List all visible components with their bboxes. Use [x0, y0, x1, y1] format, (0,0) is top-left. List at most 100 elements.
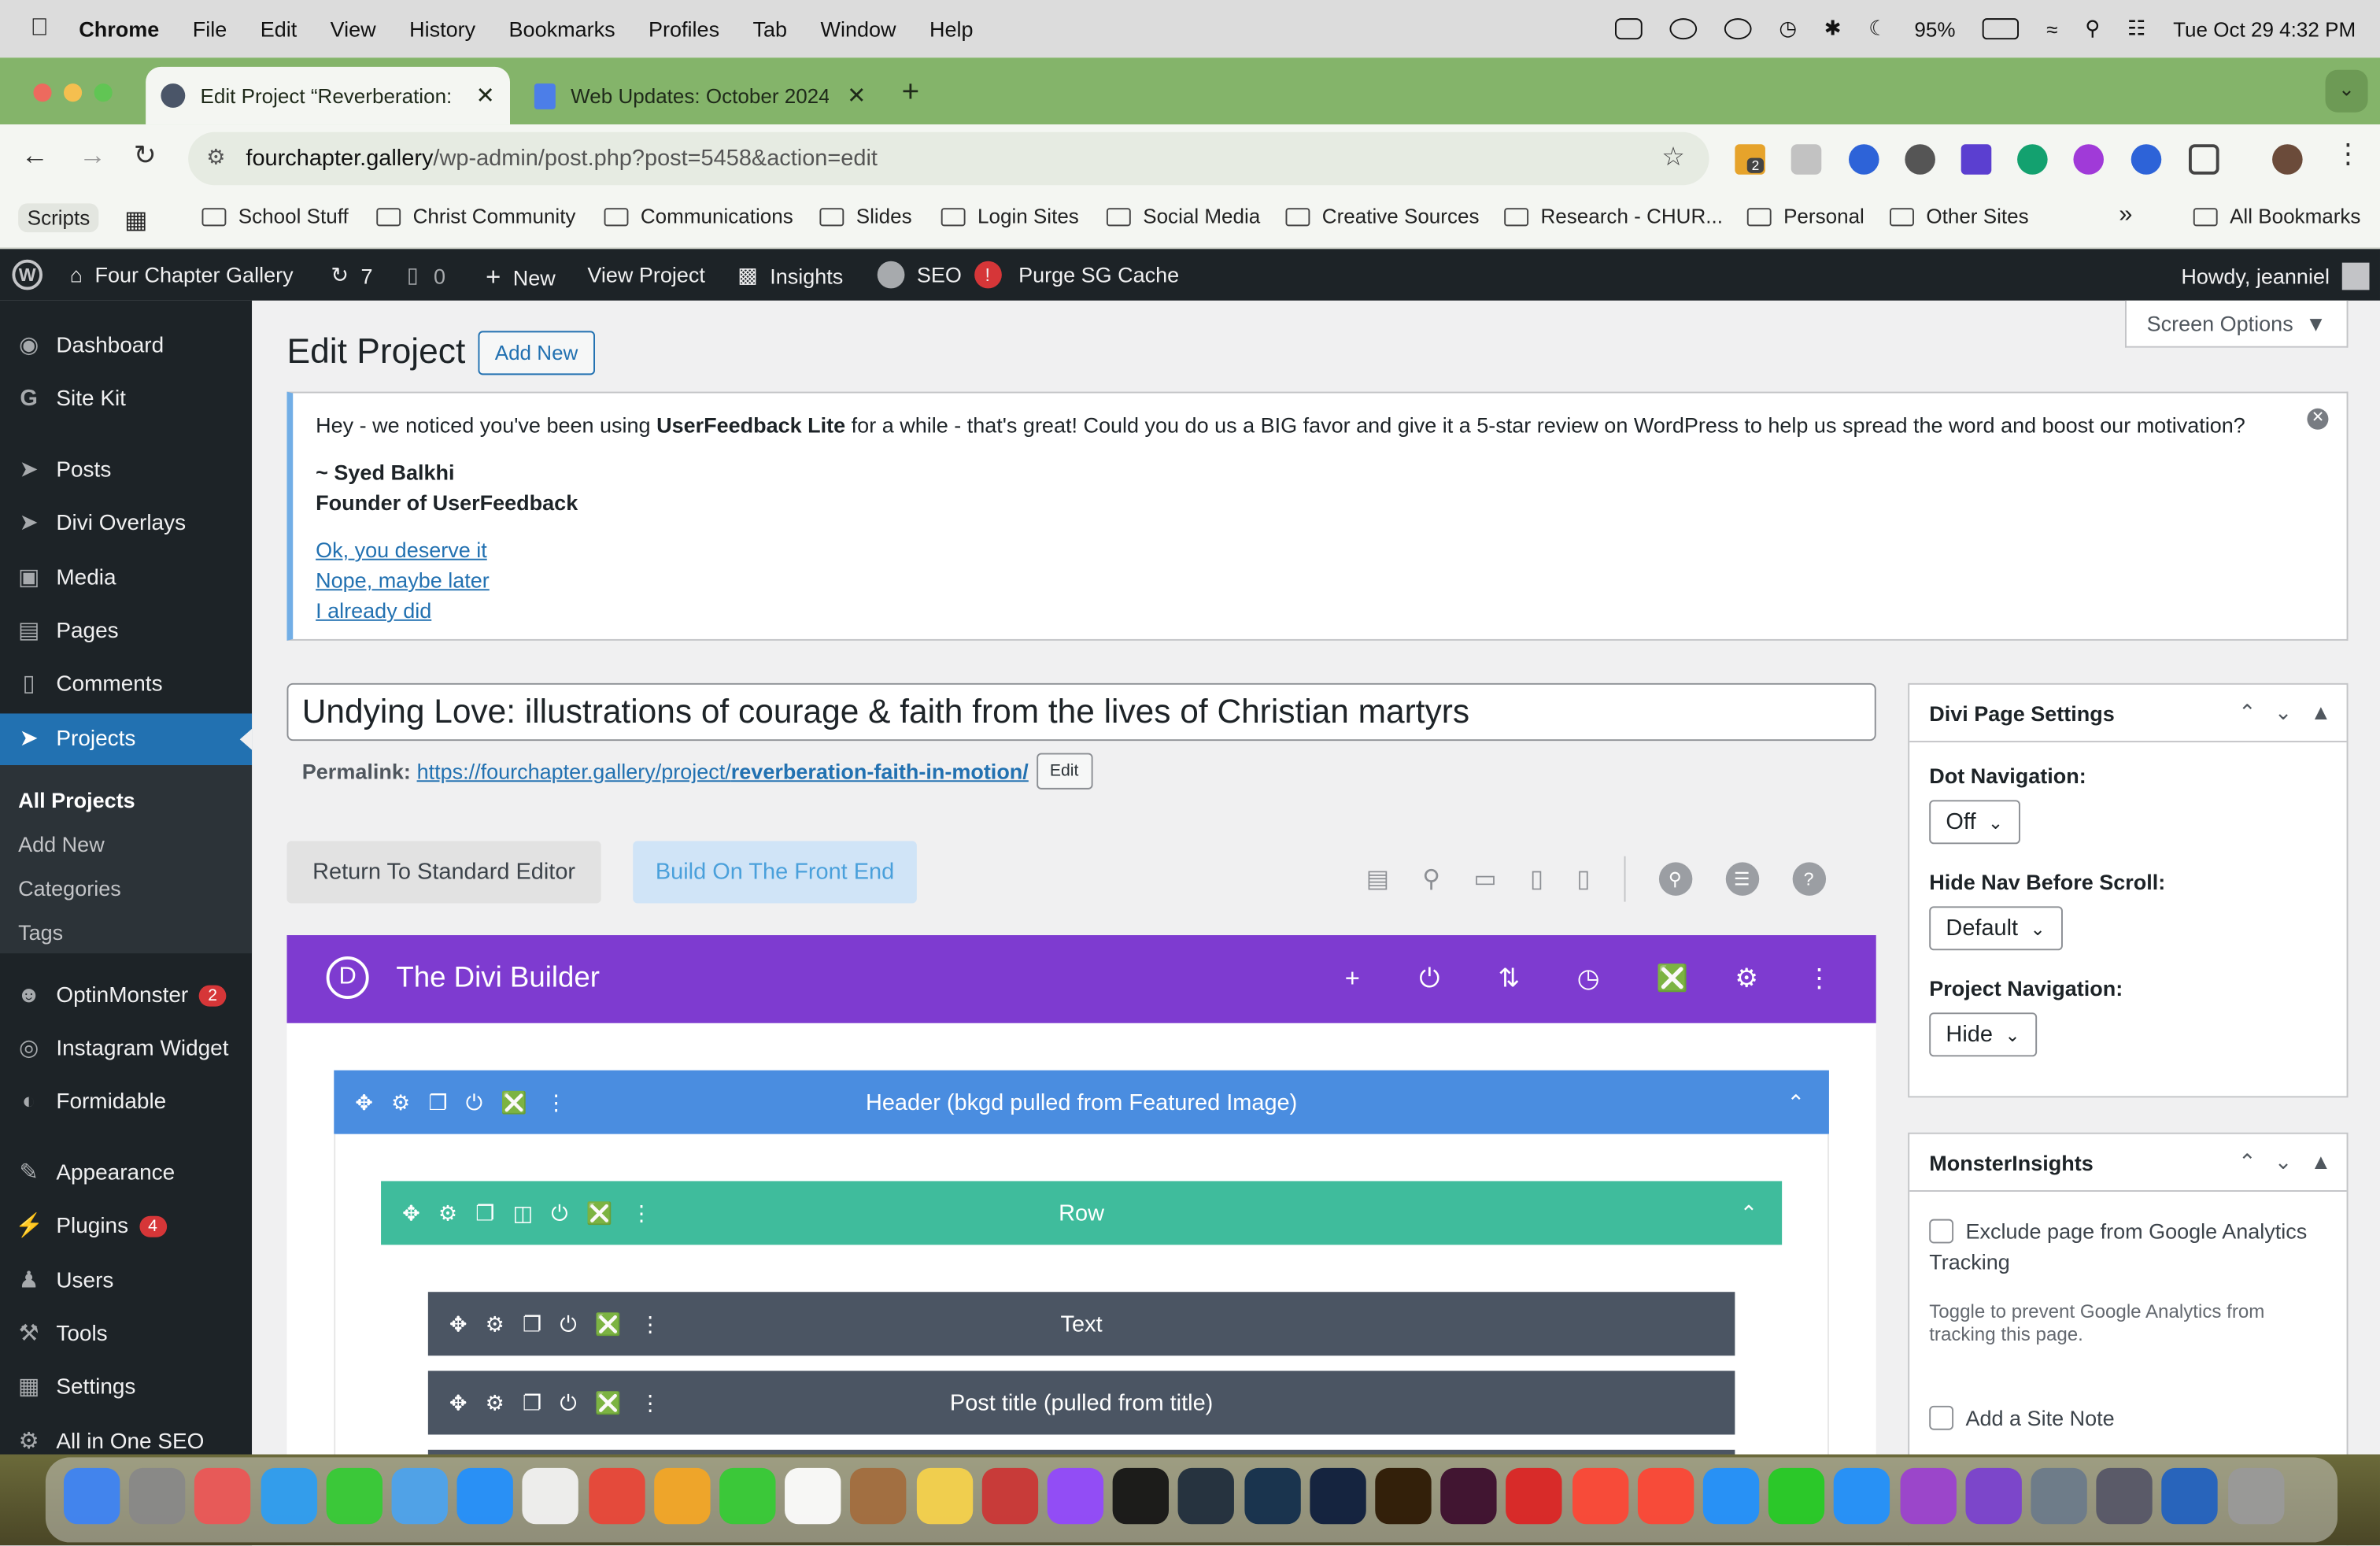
chevron-up-icon[interactable]: ⌃ [2238, 700, 2256, 726]
submenu-all-projects[interactable]: All Projects [18, 788, 135, 812]
url-bar[interactable]: ⚙ fourchapter.gallery/wp-admin/post.php?… [188, 131, 1709, 186]
reminders-icon[interactable] [523, 1467, 579, 1525]
sidebar-item-site-kit[interactable]: G Site Kit [0, 373, 252, 425]
bookmark-folder[interactable]: Slides [819, 205, 912, 227]
close-tab-icon[interactable]: ✕ [847, 82, 866, 109]
spotlight-search-icon[interactable]: ⚲ [2085, 17, 2100, 41]
new-content-link[interactable]: + New [486, 263, 556, 294]
my-account-link[interactable]: Howdy, jeanniel [2181, 262, 2370, 290]
site-note-option[interactable]: Add a Site Note [1929, 1405, 2115, 1430]
menu-file[interactable]: File [193, 17, 227, 41]
module-bar[interactable]: ✥ ⚙ ❐ ⏻ ❎ ⋮ Post title (pulled from title) [427, 1370, 1735, 1435]
chrome-menu-icon[interactable]: ⋮ [2334, 138, 2362, 169]
chevron-up-icon[interactable]: ⌃ [2238, 1149, 2256, 1175]
extension-icon[interactable] [1905, 144, 1935, 175]
wordpress-logo-icon[interactable]: W [12, 259, 42, 290]
status-icon[interactable] [1669, 18, 1698, 40]
pen-app-icon[interactable] [981, 1467, 1038, 1525]
moon-icon[interactable]: ☾ [1868, 17, 1887, 41]
bookmark-folder[interactable]: Personal [1746, 205, 1864, 227]
trash-icon[interactable] [2227, 1467, 2284, 1525]
photos-icon[interactable] [653, 1467, 711, 1525]
minimize-window-button[interactable] [63, 83, 83, 102]
submenu-tags[interactable]: Tags [18, 920, 63, 945]
submenu-categories[interactable]: Categories [18, 876, 121, 901]
business-app-icon[interactable] [1965, 1467, 2022, 1525]
section-bar[interactable]: ✥ ⚙ ❐ ⏻ ❎ ⋮ Header (bkgd pulled from Featured… [334, 1070, 1829, 1134]
sidebar-item-dashboard[interactable]: ◉ Dashboard [0, 320, 252, 372]
sidebar-item-appearance[interactable]: ✎ Appearance [0, 1148, 252, 1200]
bookmark-folder[interactable]: Christ Community [376, 205, 575, 227]
trash-icon[interactable]: ❎ [1656, 964, 1688, 995]
screen-options-button[interactable]: Screen Options ▼ [2124, 300, 2349, 348]
search-icon[interactable]: ⚲ [1658, 862, 1692, 896]
tab-search-icon[interactable]: ⌄ [2325, 69, 2368, 113]
site-note-checkbox[interactable] [1929, 1405, 1954, 1430]
phone-view-icon[interactable]: ▯ [1576, 864, 1590, 894]
sidebar-item-instagram[interactable]: ◎ Instagram Widget [0, 1023, 252, 1075]
control-center-icon[interactable]: ☷ [2127, 17, 2145, 41]
reload-icon[interactable]: ↻ [134, 139, 157, 171]
toggle-panel-icon[interactable]: ▲ [2311, 700, 2332, 726]
all-bookmarks[interactable]: All Bookmarks [2193, 205, 2360, 227]
app-menu[interactable]: Chrome [79, 17, 159, 41]
sidebar-item-media[interactable]: ▣ Media [0, 553, 252, 605]
podcasts-icon[interactable] [1047, 1467, 1104, 1525]
apple-icon[interactable]:  [31, 15, 49, 43]
tablet-view-icon[interactable]: ▯ [1530, 864, 1543, 894]
new-tab-icon[interactable]: + [902, 76, 920, 110]
desktop-view-icon[interactable]: ▭ [1473, 864, 1496, 894]
news-icon[interactable] [1637, 1467, 1694, 1525]
dot-nav-select[interactable]: Off ⌄ [1929, 800, 2020, 845]
menu-bookmarks[interactable]: Bookmarks [509, 17, 615, 41]
chrome-icon[interactable] [588, 1467, 645, 1525]
bookmark-folder[interactable]: Other Sites [1890, 205, 2029, 227]
layers-icon[interactable]: ☰ [1725, 862, 1759, 896]
wifi-icon[interactable]: ≈ [2046, 17, 2057, 40]
maybe-later-link[interactable]: Nope, maybe later [316, 564, 490, 595]
updates-link[interactable]: ↻ 7 [331, 263, 372, 289]
dismiss-icon[interactable]: ✕ [2307, 408, 2329, 430]
close-tab-icon[interactable]: ✕ [475, 82, 494, 109]
acrobat-icon[interactable] [1506, 1467, 1563, 1525]
facetime-icon[interactable] [719, 1467, 776, 1525]
hide-nav-select[interactable]: Default ⌄ [1929, 906, 2063, 951]
1password-icon[interactable] [2162, 1467, 2219, 1525]
project-nav-select[interactable]: Hide ⌄ [1929, 1012, 2037, 1057]
zoom-extension-icon[interactable] [2131, 144, 2162, 175]
site-info-icon[interactable]: ⚙ [206, 144, 225, 170]
camera-icon[interactable] [1791, 144, 1822, 175]
sidebar-item-formidable[interactable]: ◐ Formidable [0, 1076, 252, 1128]
extension-icon[interactable] [1961, 144, 1992, 175]
bookmark-folder[interactable]: Login Sites [941, 205, 1079, 227]
bookmark-folder[interactable]: Communications [604, 205, 793, 227]
more-bookmarks-icon[interactable]: » [2119, 202, 2132, 229]
menu-tab[interactable]: Tab [753, 17, 788, 41]
sidebar-item-divi-overlays[interactable]: ➤ Divi Overlays [0, 498, 252, 550]
chevron-up-icon[interactable]: ⌃ [1787, 1089, 1805, 1115]
menu-profiles[interactable]: Profiles [649, 17, 719, 41]
zoom-window-button[interactable] [94, 83, 113, 102]
wireframe-view-icon[interactable]: ▤ [1366, 864, 1389, 894]
return-standard-editor-button[interactable]: Return To Standard Editor [286, 841, 601, 904]
music-icon[interactable] [1572, 1467, 1628, 1525]
bookmark-folder[interactable]: School Stuff [201, 205, 349, 227]
insights-link[interactable]: ▩ Insights [737, 263, 843, 289]
history-icon[interactable]: ◷ [1577, 964, 1600, 995]
more-icon[interactable]: ⋮ [1806, 964, 1832, 995]
chevron-down-icon[interactable]: ⌄ [2275, 1149, 2293, 1175]
sidebar-item-settings[interactable]: ▦ Settings [0, 1362, 252, 1414]
cursor-app-icon[interactable] [1899, 1467, 1957, 1525]
bluetooth-icon[interactable]: ✱ [1824, 17, 1842, 41]
view-project-link[interactable]: View Project [587, 263, 705, 287]
battery-icon[interactable] [1983, 18, 2020, 40]
notes-icon[interactable] [916, 1467, 973, 1525]
launchpad-icon[interactable] [194, 1467, 251, 1525]
sidebar-item-projects[interactable]: ➤ Projects [0, 713, 253, 765]
exclude-checkbox[interactable] [1929, 1219, 1954, 1244]
mail-icon[interactable] [391, 1467, 448, 1525]
menu-view[interactable]: View [331, 17, 376, 41]
preview-icon[interactable] [2031, 1467, 2087, 1525]
help-icon[interactable]: ? [1791, 862, 1826, 896]
photoshop-icon[interactable] [1309, 1467, 1366, 1525]
